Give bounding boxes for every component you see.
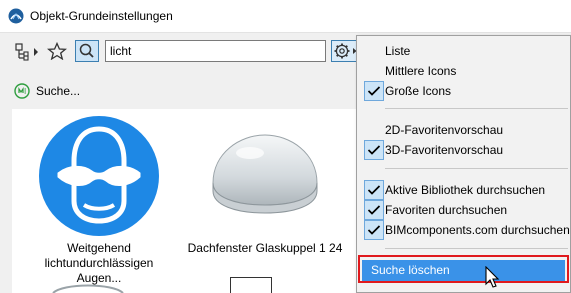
refresh-search-icon	[14, 83, 30, 99]
checkmark-icon	[364, 200, 384, 220]
checkmark-icon	[364, 81, 384, 101]
search-status-row[interactable]: Suche...	[14, 81, 80, 101]
menu-item-label: BIMcomponents.com durchsuchen	[385, 223, 570, 237]
menu-item-label: Mittlere Icons	[385, 64, 457, 78]
menu-item-label: Aktive Bibliothek durchsuchen	[385, 183, 546, 197]
menu-item-label: Liste	[385, 44, 411, 58]
search-icon	[79, 43, 94, 58]
menu-separator	[385, 168, 568, 169]
glass-dome-preview-icon	[212, 134, 318, 214]
menu-separator	[385, 248, 568, 249]
menu-item-label: 3D-Favoritenvorschau	[385, 143, 504, 157]
checkmark-icon	[364, 140, 384, 160]
window-title: Objekt-Grundeinstellungen	[30, 9, 173, 23]
results-grid: Weitgehend lichtundurchlässigen Augen...…	[12, 109, 360, 293]
menu-item-large-icons[interactable]: Große Icons	[357, 81, 570, 101]
menu-item-search-active-library[interactable]: Aktive Bibliothek durchsuchen	[357, 180, 570, 200]
search-status-label: Suche...	[36, 84, 81, 98]
menu-item-search-favorites[interactable]: Favoriten durchsuchen	[357, 200, 570, 220]
archicad-app-icon	[8, 8, 24, 24]
menu-item-label: Favoriten durchsuchen	[385, 203, 508, 217]
highlight-frame	[358, 255, 569, 283]
checkmark-icon	[364, 180, 384, 200]
dialog-window: Objekt-Grundeinstellungen licht Suche...…	[0, 0, 571, 293]
mouse-cursor-icon	[485, 266, 500, 288]
result-item-partial[interactable]	[48, 279, 128, 293]
result-item[interactable]: Dachfenster Glaskuppel 1 24	[180, 113, 350, 256]
title-bar: Objekt-Grundeinstellungen	[0, 0, 571, 33]
favorites-star-icon[interactable]	[47, 42, 67, 60]
search-toggle-button[interactable]	[75, 40, 99, 62]
menu-item-medium-icons[interactable]: Mittlere Icons	[357, 61, 570, 81]
search-input[interactable]	[105, 40, 326, 62]
item-thumbnail-icon	[52, 284, 124, 293]
result-item-label: Dachfenster Glaskuppel 1 24	[187, 241, 343, 255]
library-tree-icon[interactable]	[14, 43, 42, 61]
menu-item-2d-preview[interactable]: 2D-Favoritenvorschau	[357, 120, 570, 140]
menu-item-label: 2D-Favoritenvorschau	[385, 123, 504, 137]
menu-item-search-bimcomponents[interactable]: BIMcomponents.com durchsuchen	[357, 220, 570, 240]
checkmark-icon	[364, 220, 384, 240]
menu-item-label: Große Icons	[385, 84, 452, 98]
result-item[interactable]: Weitgehend lichtundurchlässigen Augen...	[22, 113, 176, 286]
result-item-partial[interactable]	[230, 277, 272, 293]
menu-separator	[385, 108, 568, 109]
eye-protection-sign-icon	[39, 116, 159, 236]
menu-item-3d-preview[interactable]: 3D-Favoritenvorschau	[357, 140, 570, 160]
menu-item-list-view[interactable]: Liste	[357, 41, 570, 61]
